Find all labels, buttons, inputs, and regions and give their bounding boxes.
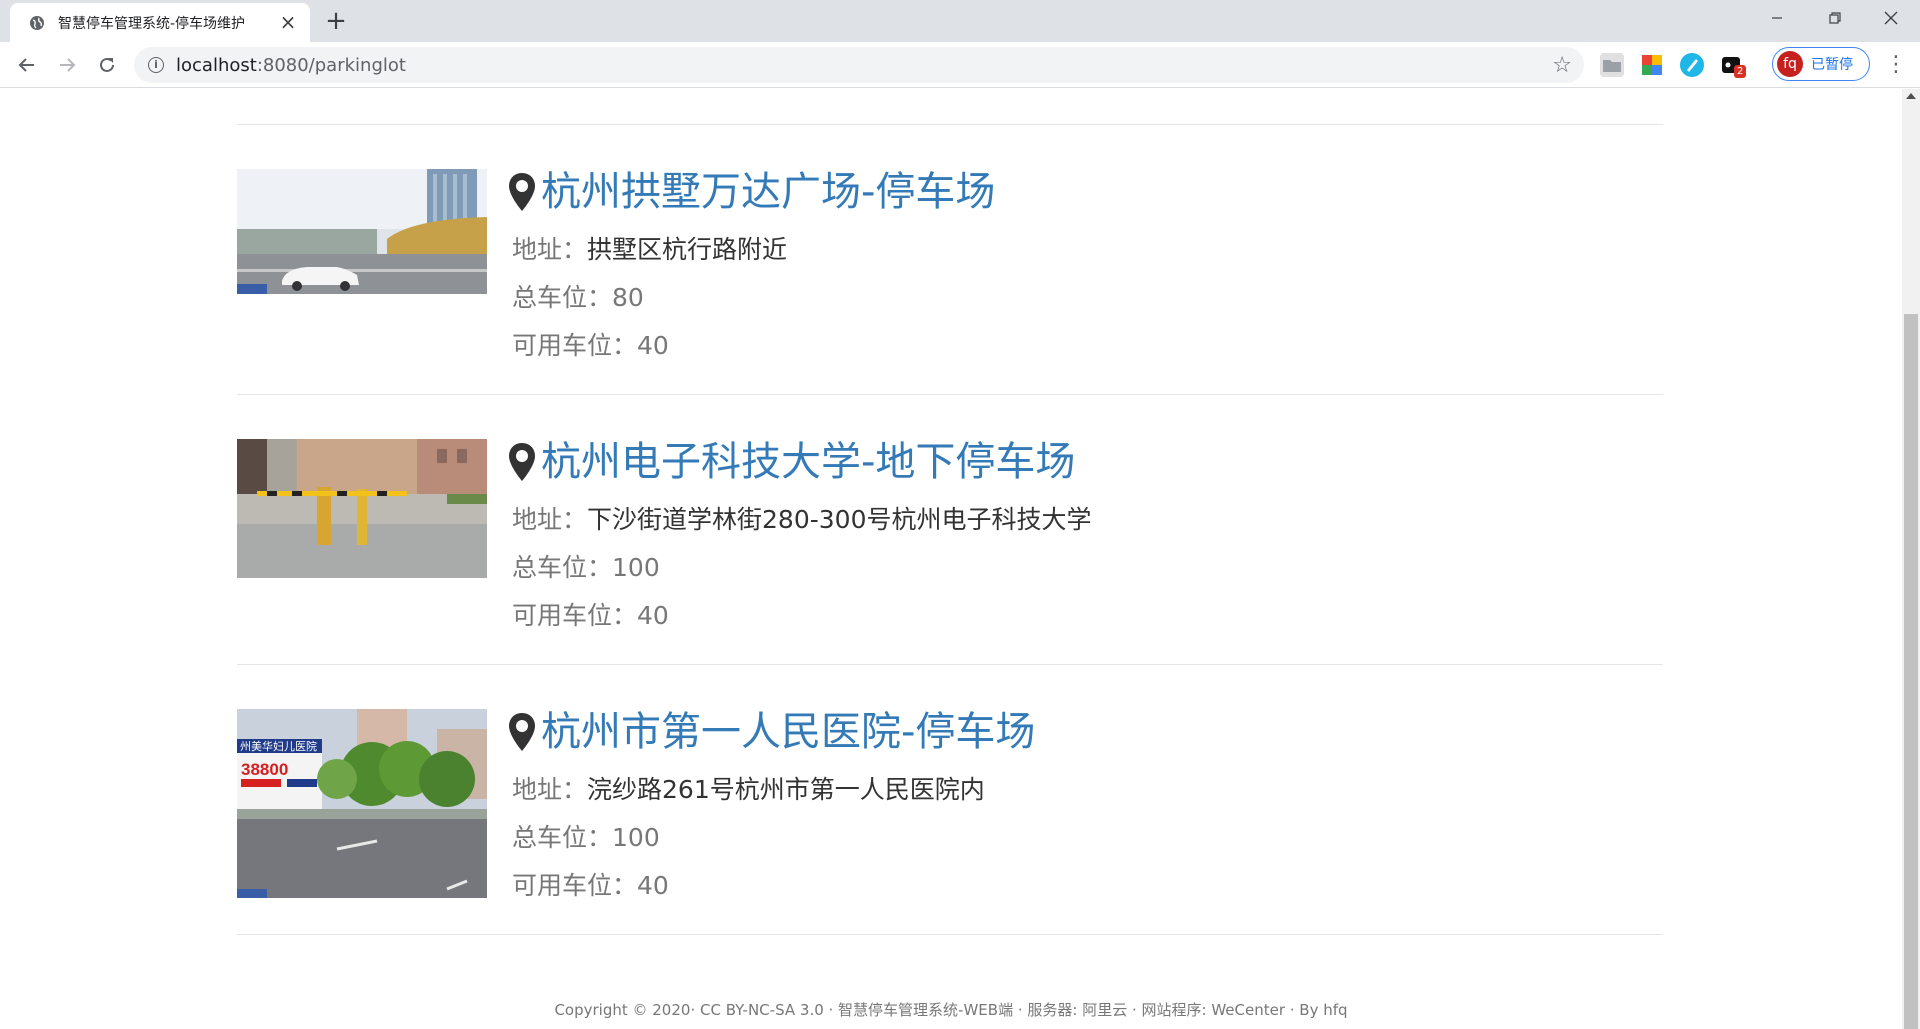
bookmark-star-icon[interactable]: ☆ <box>1552 53 1572 78</box>
address-line: 地址：拱墅区杭行路附近 <box>512 235 787 265</box>
parking-lot-title-row[interactable]: 杭州电子科技大学-地下停车场 <box>507 437 1075 487</box>
profile-button[interactable]: fq 已暂停 <box>1772 47 1870 81</box>
parking-lot-image[interactable]: 州美华妇儿医院 38800 <box>237 709 487 898</box>
minimize-button[interactable] <box>1748 0 1806 36</box>
parking-lot-title[interactable]: 杭州市第一人民医院-停车场 <box>541 707 1035 757</box>
list-item: 杭州电子科技大学-地下停车场 地址：下沙街道学林街280-300号杭州电子科技大… <box>237 394 1663 664</box>
url-text: localhost:8080/parkinglot <box>176 54 406 76</box>
new-tab-button[interactable]: + <box>322 8 350 36</box>
parking-lot-image[interactable] <box>237 439 487 578</box>
list-item: 州美华妇儿医院 38800 杭州市第一人民医院-停车场 地址：浣纱路261号杭州… <box>237 664 1663 934</box>
browser-tab[interactable]: 智慧停车管理系统-停车场维护 × <box>10 3 310 42</box>
parking-lot-list: 杭州拱墅万达广场-停车场 地址：拱墅区杭行路附近 总车位：80 可用车位：40 <box>237 124 1663 935</box>
browser-toolbar: i localhost:8080/parkinglot ☆ 2 fq 已暂停 ⋮ <box>0 42 1920 88</box>
parking-lot-image[interactable] <box>237 169 487 294</box>
extension-pen-icon[interactable] <box>1680 53 1704 77</box>
total-spaces-label: 总车位： <box>512 553 613 582</box>
list-divider <box>237 934 1663 935</box>
total-spaces-label: 总车位： <box>512 283 613 312</box>
extension-colorful-icon[interactable] <box>1640 53 1664 77</box>
reload-button[interactable] <box>92 50 122 80</box>
parking-lot-title-row[interactable]: 杭州拱墅万达广场-停车场 <box>507 167 995 217</box>
close-window-button[interactable] <box>1862 0 1920 36</box>
tab-strip: 智慧停车管理系统-停车场维护 × + <box>0 0 1920 42</box>
profile-status: 已暂停 <box>1811 57 1853 73</box>
list-item: 杭州拱墅万达广场-停车场 地址：拱墅区杭行路附近 总车位：80 可用车位：40 <box>237 124 1663 394</box>
close-tab-icon[interactable]: × <box>278 12 298 33</box>
available-spaces-value: 40 <box>637 331 669 360</box>
forward-button[interactable] <box>52 50 82 80</box>
map-marker-icon <box>507 441 537 483</box>
browser-menu-icon[interactable]: ⋮ <box>1882 50 1910 80</box>
total-spaces-line: 总车位：100 <box>512 823 660 853</box>
address-label: 地址： <box>512 235 588 264</box>
total-spaces-value: 80 <box>612 283 644 312</box>
svg-text:州美华妇儿医院: 州美华妇儿医院 <box>240 739 317 753</box>
total-spaces-line: 总车位：80 <box>512 283 644 313</box>
extension-folder-icon[interactable] <box>1600 53 1624 77</box>
site-info-icon[interactable]: i <box>148 57 164 73</box>
page-viewport: 杭州拱墅万达广场-停车场 地址：拱墅区杭行路附近 总车位：80 可用车位：40 <box>0 89 1902 1029</box>
globe-icon <box>28 14 46 32</box>
tab-title: 智慧停车管理系统-停车场维护 <box>58 15 246 32</box>
billboard-number: 38800 <box>241 760 288 779</box>
address-bar[interactable]: i localhost:8080/parkinglot ☆ <box>134 47 1584 83</box>
available-spaces-line: 可用车位：40 <box>512 871 669 901</box>
address-line: 地址：下沙街道学林街280-300号杭州电子科技大学 <box>512 505 1091 535</box>
extension-badge-icon[interactable]: 2 <box>1720 53 1747 78</box>
address-label: 地址： <box>512 775 588 804</box>
address-line: 地址：浣纱路261号杭州市第一人民医院内 <box>512 775 985 805</box>
address-value: 下沙街道学林街280-300号杭州电子科技大学 <box>587 505 1092 534</box>
extension-badge-count: 2 <box>1734 65 1747 78</box>
total-spaces-label: 总车位： <box>512 823 613 852</box>
page-scrollbar[interactable] <box>1902 89 1920 1029</box>
total-spaces-line: 总车位：100 <box>512 553 660 583</box>
available-spaces-label: 可用车位： <box>512 601 638 630</box>
map-marker-icon <box>507 171 537 213</box>
total-spaces-value: 100 <box>612 553 660 582</box>
scroll-up-arrow-icon[interactable] <box>1906 93 1916 99</box>
available-spaces-value: 40 <box>637 871 669 900</box>
parking-lot-title[interactable]: 杭州拱墅万达广场-停车场 <box>541 167 995 217</box>
parking-lot-title[interactable]: 杭州电子科技大学-地下停车场 <box>541 437 1075 487</box>
back-button[interactable] <box>12 50 42 80</box>
map-marker-icon <box>507 711 537 753</box>
available-spaces-value: 40 <box>637 601 669 630</box>
available-spaces-line: 可用车位：40 <box>512 331 669 361</box>
restore-button[interactable] <box>1806 0 1864 36</box>
available-spaces-label: 可用车位： <box>512 871 638 900</box>
total-spaces-value: 100 <box>612 823 660 852</box>
scrollbar-thumb[interactable] <box>1904 314 1918 1029</box>
avatar: fq <box>1777 51 1803 77</box>
page-footer: Copyright © 2020· CC BY-NC-SA 3.0 · 智慧停车… <box>554 1001 1348 1019</box>
available-spaces-label: 可用车位： <box>512 331 638 360</box>
parking-lot-title-row[interactable]: 杭州市第一人民医院-停车场 <box>507 707 1035 757</box>
available-spaces-line: 可用车位：40 <box>512 601 669 631</box>
address-label: 地址： <box>512 505 588 534</box>
address-value: 浣纱路261号杭州市第一人民医院内 <box>587 775 985 804</box>
address-value: 拱墅区杭行路附近 <box>587 235 788 264</box>
